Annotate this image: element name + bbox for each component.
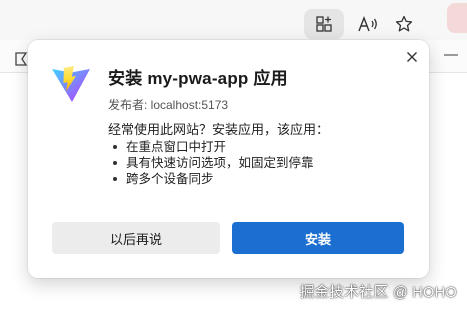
intro-text: 经常使用此网站？安装应用，该应用： — [108, 122, 330, 137]
bookmark-edge — [444, 54, 458, 56]
watermark-text: 掘金技术社区 @ HOHO — [299, 285, 457, 301]
close-icon — [407, 52, 417, 62]
install-app-dialog: 安装 my-pwa-app 应用 发布者: localhost:5173 经常使… — [28, 40, 429, 278]
favorite-star-icon — [395, 15, 413, 32]
browser-window: 安装 my-pwa-app 应用 发布者: localhost:5173 经常使… — [0, 0, 467, 309]
not-now-button[interactable]: 以后再说 — [52, 222, 220, 254]
publisher-text: 发布者: localhost:5173 — [108, 98, 229, 112]
app-available-icon — [316, 16, 332, 32]
install-button[interactable]: 安装 — [232, 222, 404, 254]
close-button[interactable] — [401, 46, 423, 68]
app-available-button[interactable] — [304, 9, 344, 39]
feature-item: 具有快速访问选项，如固定到停靠 — [112, 155, 314, 171]
favorite-button[interactable] — [389, 9, 419, 39]
bullet-icon — [113, 161, 117, 165]
profile-edge[interactable] — [447, 3, 467, 33]
feature-text: 在重点窗口中打开 — [126, 140, 227, 154]
feature-item: 在重点窗口中打开 — [112, 139, 314, 155]
feature-text: 具有快速访问选项，如固定到停靠 — [126, 156, 314, 170]
read-aloud-button[interactable] — [353, 9, 383, 39]
feature-text: 跨多个设备同步 — [126, 172, 214, 186]
bullet-icon — [113, 177, 117, 181]
read-aloud-icon — [358, 16, 377, 32]
vite-logo-icon — [52, 66, 90, 102]
bullet-icon — [113, 145, 117, 149]
feature-item: 跨多个设备同步 — [112, 171, 314, 187]
feature-list: 在重点窗口中打开 具有快速访问选项，如固定到停靠 跨多个设备同步 — [112, 139, 314, 187]
dialog-title: 安装 my-pwa-app 应用 — [108, 69, 288, 88]
